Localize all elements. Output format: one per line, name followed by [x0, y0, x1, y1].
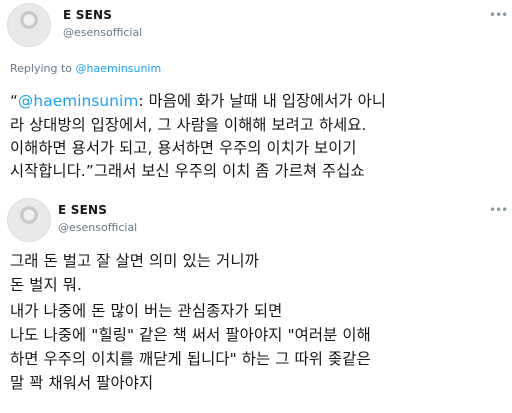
avatar[interactable] [7, 3, 51, 47]
tweet-text-line: 라 상대방의 입장에서, 그 사람을 이해해 보려고 하세요. [10, 116, 367, 134]
tweet-1: E SENS @esensofficial ••• Replying to @h… [0, 0, 512, 196]
tweet-text-line: 말 꽉 채워서 팔아야지 [10, 374, 154, 392]
tweet-text-line: 그래 돈 벌고 잘 살면 의미 있는 거니까 [10, 252, 259, 270]
tweet-2: E SENS @esensofficial ••• 그래 돈 벌고 잘 살면 의… [0, 196, 512, 413]
tweet-text-line: “@haeminsunim: 마음에 화가 날때 내 입장에서가 아니 [10, 90, 386, 112]
tweet-text-line: 돈 벌지 뭐. [10, 276, 83, 294]
tweet-text-segment: : 마음에 화가 날때 내 입장에서가 아니 [138, 92, 387, 110]
author-name[interactable]: E SENS [58, 203, 107, 217]
ellipsis-icon[interactable]: ••• [489, 203, 508, 217]
author-name[interactable]: E SENS [63, 8, 112, 22]
mention-link[interactable]: @haeminsunim [18, 92, 138, 110]
avatar[interactable] [7, 198, 51, 242]
author-handle[interactable]: @esensofficial [63, 26, 142, 39]
tweet-text-line: 나도 나중에 "힐링" 같은 책 써서 팔아야지 "여러분 이해 [10, 326, 371, 344]
replying-to-mention[interactable]: @haeminsunim [76, 62, 162, 75]
tweet-text-line: 이해하면 용서가 되고, 용서하면 우주의 이치가 보이기 [10, 139, 357, 157]
replying-to: Replying to @haeminsunim [10, 62, 161, 75]
author-handle[interactable]: @esensofficial [58, 221, 137, 234]
tweet-text-line: 하면 우주의 이치를 깨닫게 됩니다" 하는 그 따위 좆같은 [10, 350, 371, 368]
tweet-text-line: 시작합니다.”그래서 보신 우주의 이치 좀 가르쳐 주십쇼 [10, 162, 365, 180]
ellipsis-icon[interactable]: ••• [489, 8, 508, 22]
quote-mark: “ [10, 92, 19, 110]
tweet-text-line: 내가 나중에 돈 많이 버는 관심종자가 되면 [10, 302, 283, 320]
replying-prefix: Replying to [10, 62, 76, 75]
